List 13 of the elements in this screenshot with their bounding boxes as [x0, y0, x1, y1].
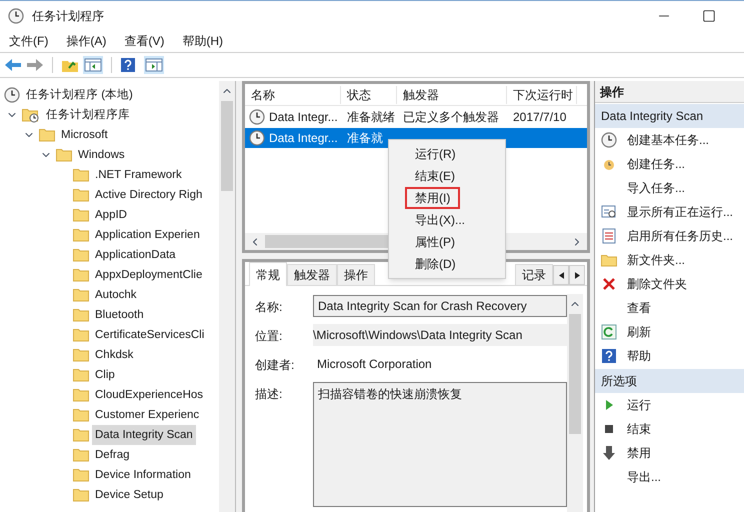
- field-label: 创建者:: [255, 357, 296, 374]
- author-value: Microsoft Corporation: [316, 356, 433, 373]
- field-label: 描述:: [255, 386, 284, 403]
- table-cell-text: 准备就绪: [346, 109, 396, 126]
- table-cell-text: 准备就: [346, 130, 384, 147]
- table-cell-text: 2017/7/10: [512, 109, 568, 126]
- panel-header: 操作: [595, 81, 744, 103]
- table-cell: Data Integr...: [245, 129, 341, 147]
- table-cell: Data Integr...: [245, 108, 341, 126]
- field-label: 名称:: [255, 299, 284, 316]
- field-label: 位置:: [255, 328, 284, 345]
- table-cell-text: 已定义多个触发器: [402, 109, 500, 126]
- window-title: 任务计划程序: [32, 8, 104, 24]
